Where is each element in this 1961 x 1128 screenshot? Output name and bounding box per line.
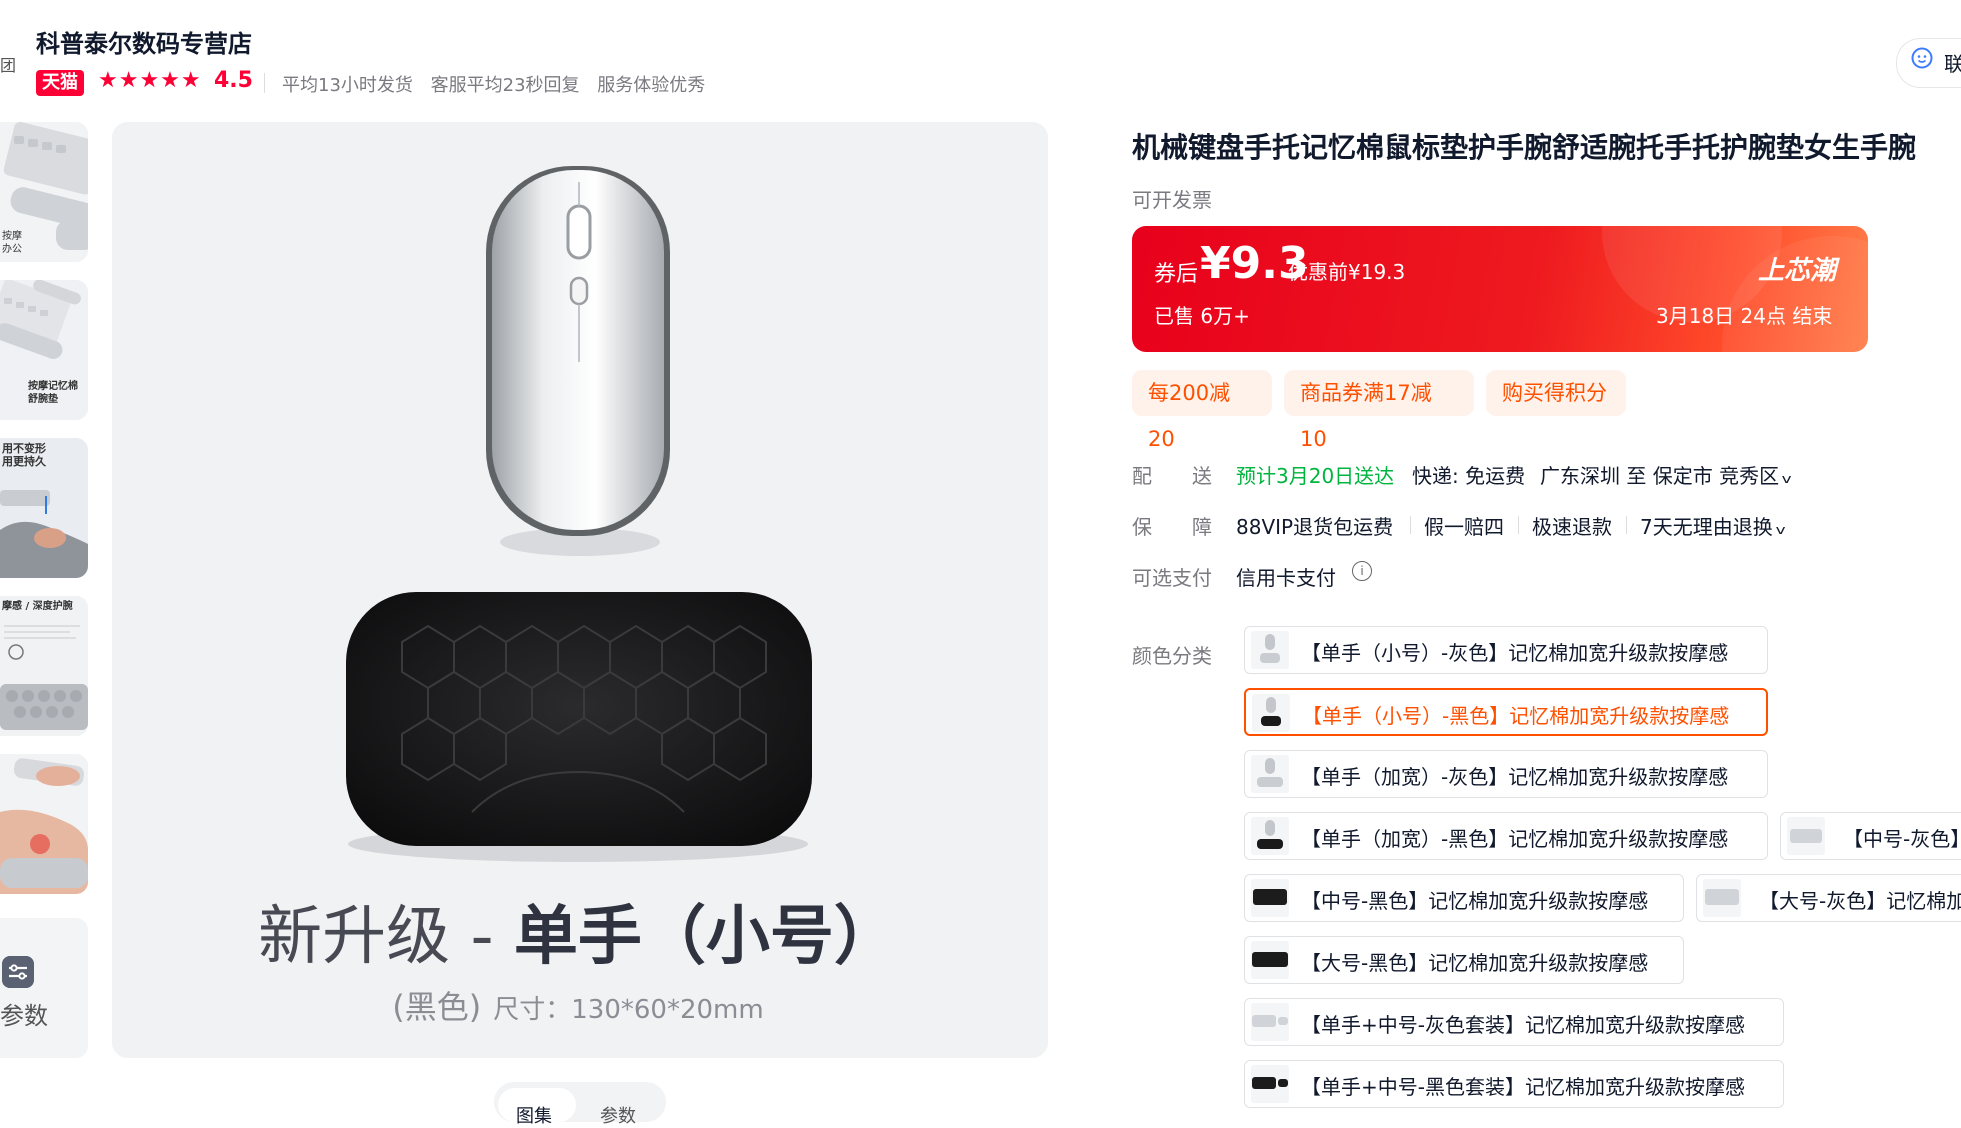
sku-option-label: 【单手（小号）-灰色】记忆棉加宽升级款按摩感 xyxy=(1301,641,1729,665)
sku-thumbnail xyxy=(1251,879,1289,917)
thumbnail-4-caption: 摩感 / 深度护腕 xyxy=(2,601,73,612)
params-label[interactable]: 参数 xyxy=(0,996,48,1031)
rating-stars: ★★★★★ xyxy=(98,68,202,93)
thumbnail-3[interactable]: 用不变形 用更持久 xyxy=(0,438,88,578)
sku-thumbnail xyxy=(1252,694,1290,732)
contact-label[interactable]: 联 xyxy=(1944,48,1961,77)
thumbnail-5[interactable] xyxy=(0,754,88,894)
sku-option-label: 【大号-黑色】记忆棉加宽升级款按摩感 xyxy=(1301,951,1649,975)
sku-option[interactable]: 【大号-灰色】记忆棉加 xyxy=(1696,874,1961,922)
sku-option[interactable]: 【中号-黑色】记忆棉加宽升级款按摩感 xyxy=(1244,874,1684,922)
chevron-down-icon: v xyxy=(1781,472,1792,486)
sku-thumbnail xyxy=(1251,755,1289,793)
promo-tag-points[interactable]: 购买得积分 xyxy=(1486,370,1626,416)
sku-thumbnail xyxy=(1251,817,1289,855)
promo-tag-discount[interactable]: 每200减20 xyxy=(1132,370,1272,451)
guarantee-divider xyxy=(1410,516,1411,534)
sku-option-label: 【中号-黑色】记忆棉加宽升级款按摩感 xyxy=(1301,889,1649,913)
guarantee-divider xyxy=(1518,516,1519,534)
headline-main: 单手（小号） xyxy=(514,900,898,974)
guarantee-fake-compensation: 假一赔四 xyxy=(1424,515,1504,539)
sku-option-label: 【单手（加宽）-黑色】记忆棉加宽升级款按摩感 xyxy=(1301,827,1729,851)
sku-option-label: 【单手（小号）-黑色】记忆棉加宽升级款按摩感 xyxy=(1302,704,1730,728)
invoice-note: 可开发票 xyxy=(1132,188,1212,212)
guarantee-7day-return: 7天无理由退换 xyxy=(1640,515,1773,539)
sku-label: 颜色分类 xyxy=(1132,644,1212,668)
guarantee-fast-refund: 极速退款 xyxy=(1532,515,1612,539)
tmall-badge: 天猫 xyxy=(36,70,84,96)
sku-thumbnail xyxy=(1251,1065,1289,1103)
main-product-image[interactable]: 新升级 - 单手（小号） (黑色) 尺寸：130*60*20mm xyxy=(112,122,1048,1058)
header-divider xyxy=(264,73,265,93)
sold-count: 已售 6万+ xyxy=(1154,304,1250,328)
tab-gallery[interactable]: 图集 xyxy=(516,1102,552,1128)
payment-label: 可选支付 xyxy=(1132,566,1212,590)
sliders-icon xyxy=(2,956,34,988)
sku-option-label: 【中号-灰色】 xyxy=(1843,827,1961,851)
product-title: 机械键盘手托记忆棉鼠标垫护手腕舒适腕托手托护腕垫女生手腕 xyxy=(1132,131,1917,164)
sku-option-label: 【大号-灰色】记忆棉加 xyxy=(1759,889,1961,913)
guarantee-divider xyxy=(1626,516,1627,534)
sku-thumbnail xyxy=(1251,941,1289,979)
sub-color: (黑色) xyxy=(392,988,481,1026)
thumbnail-2[interactable]: 按摩记忆棉 舒腕垫 xyxy=(0,280,88,420)
original-price: 优惠前¥19.3 xyxy=(1288,260,1406,284)
svg-text:新升级 - 单手（小号）: 新升级 - 单手（小号） xyxy=(258,900,898,974)
params-thumbnail[interactable] xyxy=(0,918,88,1058)
sku-option[interactable]: 【单手+中号-灰色套装】记忆棉加宽升级款按摩感 xyxy=(1244,998,1784,1046)
thumbnail-3-caption: 用不变形 用更持久 xyxy=(2,442,46,468)
guarantee-label: 保 障 xyxy=(1132,515,1212,539)
customer-service-icon xyxy=(1911,47,1933,69)
rating-score: 4.5 xyxy=(214,68,253,93)
tab-params[interactable]: 参数 xyxy=(600,1102,636,1128)
store-services: 平均13小时发货 客服平均23秒回复 服务体验优秀 xyxy=(282,71,717,97)
thumbnail-2-caption: 按摩记忆棉 舒腕垫 xyxy=(28,381,78,405)
sku-thumbnail xyxy=(1251,631,1289,669)
sku-option[interactable]: 【单手（加宽）-灰色】记忆棉加宽升级款按摩感 xyxy=(1244,750,1768,798)
store-name[interactable]: 科普泰尔数码专营店 xyxy=(36,24,252,59)
after-coupon-label: 券后 xyxy=(1154,262,1199,287)
sub-size: 尺寸：130*60*20mm xyxy=(493,995,763,1025)
service-experience: 服务体验优秀 xyxy=(597,75,706,96)
delivery-express: 快递: 免运费 xyxy=(1412,464,1526,488)
delivery-route: 广东深圳 至 保定市 竞秀区 xyxy=(1540,464,1780,488)
service-reply: 客服平均23秒回复 xyxy=(430,75,580,96)
thumbnail-5-image xyxy=(0,754,88,894)
sku-option-label: 【单手+中号-黑色套装】记忆棉加宽升级款按摩感 xyxy=(1301,1075,1745,1099)
product-illustration: 新升级 - 单手（小号） (黑色) 尺寸：130*60*20mm xyxy=(112,122,1048,1058)
guarantee-return-selector[interactable]: 7天无理由退换 v xyxy=(1640,511,1786,540)
left-edge-glyph: 团 xyxy=(0,56,17,75)
service-shipping: 平均13小时发货 xyxy=(282,75,413,96)
sku-thumbnail xyxy=(1703,879,1741,917)
sku-option[interactable]: 【大号-黑色】记忆棉加宽升级款按摩感 xyxy=(1244,936,1684,984)
payment-method: 信用卡支付 xyxy=(1236,566,1336,590)
delivery-route-selector[interactable]: 广东深圳 至 保定市 竞秀区 v xyxy=(1540,460,1792,489)
sku-thumbnail xyxy=(1787,817,1825,855)
thumbnail-4-image xyxy=(0,596,88,736)
sku-option[interactable]: 【单手（加宽）-黑色】记忆棉加宽升级款按摩感 xyxy=(1244,812,1768,860)
promo-end-time: 3月18日 24点 结束 xyxy=(1656,304,1833,328)
brand-campaign-tag: 上芯潮 xyxy=(1758,256,1837,286)
delivery-label: 配 送 xyxy=(1132,464,1212,488)
delivery-eta: 预计3月20日送达 xyxy=(1236,464,1395,488)
thumbnail-1-caption: 按摩 办公 xyxy=(2,231,22,255)
guarantee-88vip: 88VIP退货包运费 xyxy=(1236,515,1394,539)
chevron-down-icon: v xyxy=(1775,523,1786,537)
sku-option[interactable]: 【中号-灰色】 xyxy=(1780,812,1961,860)
sku-option[interactable]: 【单手+中号-黑色套装】记忆棉加宽升级款按摩感 xyxy=(1244,1060,1784,1108)
info-icon[interactable]: i xyxy=(1352,561,1372,581)
headline-prefix: 新升级 - xyxy=(258,900,514,974)
sku-option-selected[interactable]: 【单手（小号）-黑色】记忆棉加宽升级款按摩感 xyxy=(1244,688,1768,736)
sku-option-label: 【单手+中号-灰色套装】记忆棉加宽升级款按摩感 xyxy=(1301,1013,1745,1037)
thumbnail-1[interactable]: 按摩 办公 xyxy=(0,122,88,262)
promo-tag-coupon[interactable]: 商品券满17减10 xyxy=(1284,370,1474,451)
sku-option-label: 【单手（加宽）-灰色】记忆棉加宽升级款按摩感 xyxy=(1301,765,1729,789)
sku-option[interactable]: 【单手（小号）-灰色】记忆棉加宽升级款按摩感 xyxy=(1244,626,1768,674)
thumbnail-4[interactable]: 摩感 / 深度护腕 xyxy=(0,596,88,736)
sku-thumbnail xyxy=(1251,1003,1289,1041)
